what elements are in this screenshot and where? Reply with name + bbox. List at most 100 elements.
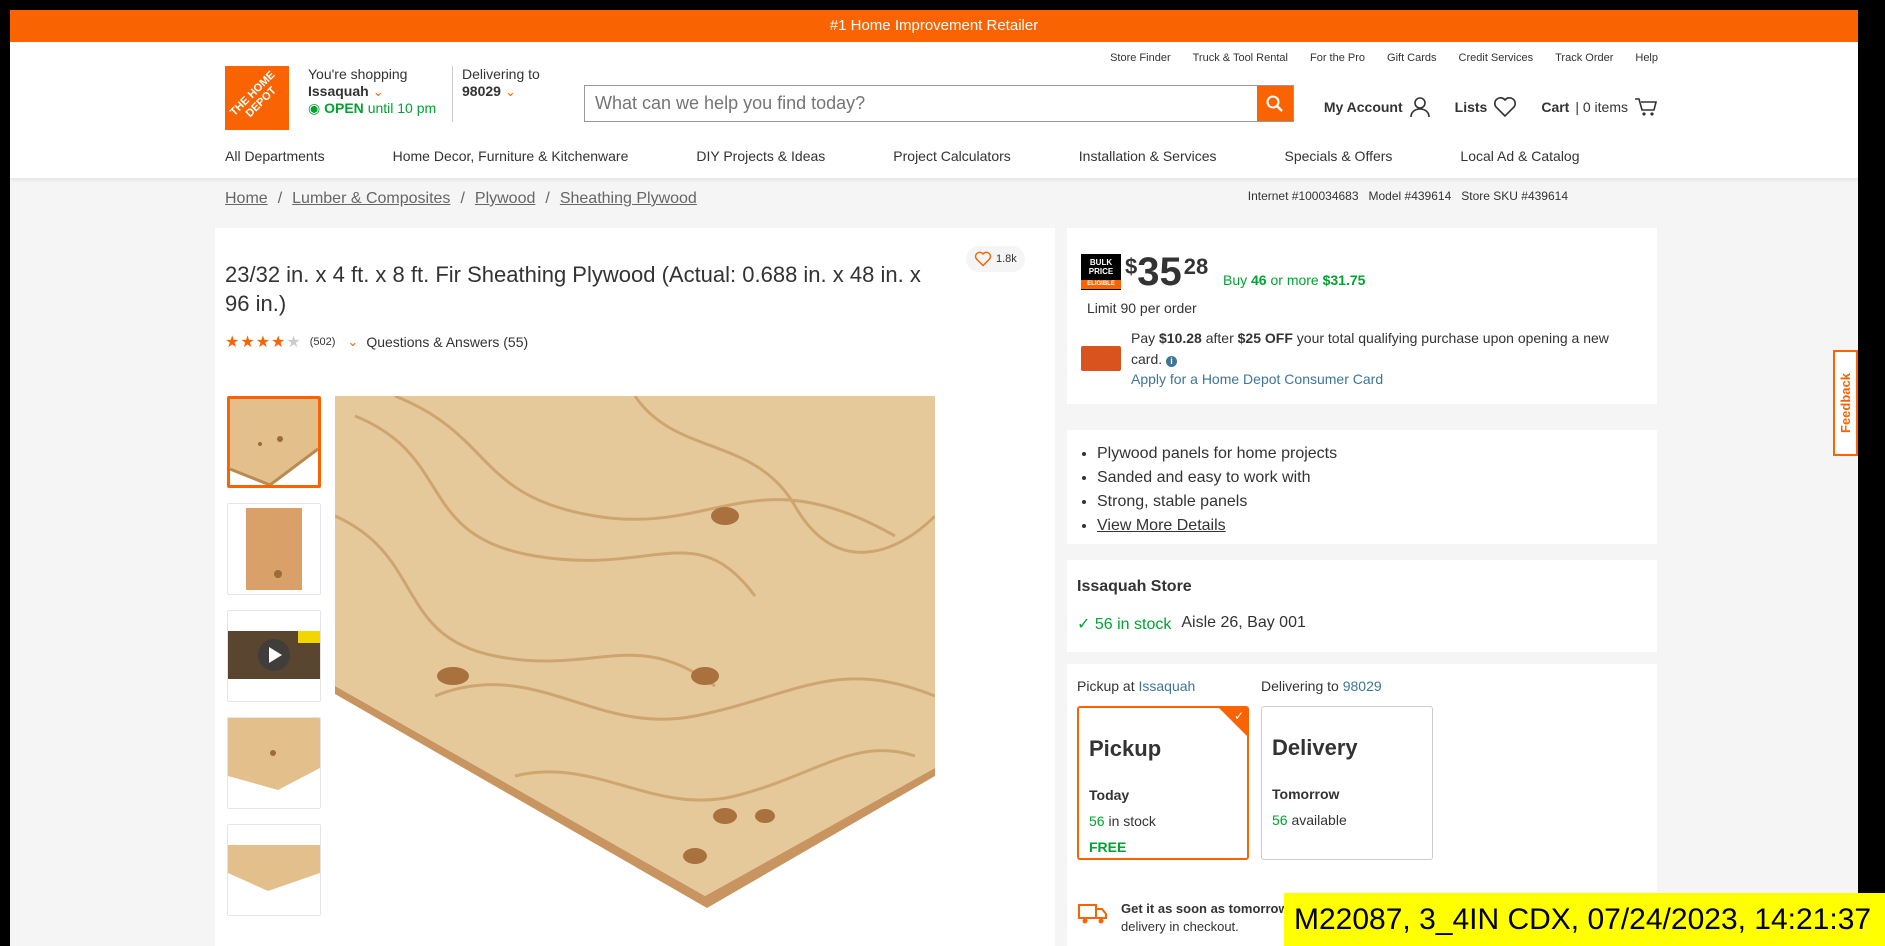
delivery-when: Tomorrow xyxy=(1272,786,1340,802)
internet-number: Internet #100034683 xyxy=(1247,189,1359,203)
price-card: BULK PRICE ELIGIBLE $ 35 28 Buy 46 or mo… xyxy=(1067,228,1657,404)
cart-count: | 0 items xyxy=(1575,99,1628,115)
lists-label: Lists xyxy=(1454,99,1488,115)
delivery-zip-selector[interactable]: Delivering to 98029 ⌄ xyxy=(462,66,540,100)
favorite-count: 1.8k xyxy=(996,253,1017,265)
pickup-location: Pickup at Issaquah xyxy=(1077,678,1196,694)
plywood-thumbnail xyxy=(228,504,320,594)
plywood-thumbnail xyxy=(228,825,320,915)
overlay-caption: M22087, 3_4IN CDX, 07/24/2023, 14:21:37 xyxy=(1284,893,1885,946)
chevron-down-icon[interactable]: ⌄ xyxy=(347,334,358,350)
star-rating[interactable]: ★★★★★ xyxy=(225,332,302,352)
store-hours: ◉ OPEN until 10 pm xyxy=(308,100,437,116)
delivery-label: Delivering to xyxy=(462,66,540,82)
product-skus: Internet #100034683 Model #439614 Store … xyxy=(1248,189,1568,203)
plywood-thumbnail xyxy=(230,399,318,485)
favorite-button[interactable]: 1.8k xyxy=(966,246,1025,272)
breadcrumb-lumber[interactable]: Lumber & Composites xyxy=(292,190,450,208)
logo-text: THE HOME DEPOT xyxy=(227,68,279,120)
breadcrumb-separator: / xyxy=(460,190,465,207)
questions-answers-link[interactable]: Questions & Answers (55) xyxy=(366,334,528,350)
nav-all-departments[interactable]: All Departments xyxy=(225,148,325,164)
thumbnail-2[interactable] xyxy=(227,503,321,595)
nav-project-calculators[interactable]: Project Calculators xyxy=(893,148,1011,164)
apply-card-link[interactable]: Apply for a Home Depot Consumer Card xyxy=(1131,371,1383,387)
view-more-details-link[interactable]: View More Details xyxy=(1097,517,1226,534)
pickup-title: Pickup xyxy=(1089,736,1162,761)
account-area: My Account Lists Cart | 0 items xyxy=(1324,96,1658,118)
stock-row: ✓ 56 in stock Aisle 26, Bay 001 xyxy=(1077,614,1306,634)
pickup-option-tile[interactable]: ✓ Pickup Today 56 in stock FREE xyxy=(1077,706,1249,860)
feedback-tab[interactable]: Feedback xyxy=(1833,350,1858,456)
lists-button[interactable]: Lists xyxy=(1455,96,1518,118)
search-bar xyxy=(584,85,1294,122)
delivery-availability: 56 available xyxy=(1272,812,1347,828)
thumbnail-1[interactable] xyxy=(227,396,321,488)
breadcrumb-separator: / xyxy=(545,190,550,207)
pickup-stock: 56 in stock xyxy=(1089,813,1156,829)
site-header: THE HOME DEPOT You're shopping Issaquah ⌄… xyxy=(10,42,1858,178)
review-count[interactable]: (502) xyxy=(310,336,336,348)
fast-delivery-text: delivery in checkout. xyxy=(1121,919,1239,934)
bulk-price-badge: BULK PRICE ELIGIBLE xyxy=(1081,254,1121,290)
product-title: 23/32 in. x 4 ft. x 8 ft. Fir Sheathing … xyxy=(225,262,921,316)
delivery-location: Delivering to 98029 xyxy=(1261,678,1382,694)
store-selector[interactable]: You're shopping Issaquah ⌄ ◉ OPEN until 1… xyxy=(308,66,458,117)
order-limit: Limit 90 per order xyxy=(1087,300,1197,316)
search-input[interactable] xyxy=(585,86,1255,121)
breadcrumb-home[interactable]: Home xyxy=(225,190,268,208)
utility-links: Store Finder Truck & Tool Rental For the… xyxy=(1110,52,1658,64)
promo-banner[interactable]: #1 Home Improvement Retailer xyxy=(10,10,1858,42)
utility-store-finder[interactable]: Store Finder xyxy=(1110,52,1171,64)
aisle-location: Aisle 26, Bay 001 xyxy=(1181,614,1306,631)
chevron-down-icon: ⌄ xyxy=(504,84,516,99)
model-number: Model #439614 xyxy=(1368,189,1452,203)
fast-delivery-note: Get it as soon as tomorrow delivery in ch… xyxy=(1077,900,1289,936)
delivery-truck-icon xyxy=(1078,904,1107,924)
bulk-badge-line1: BULK xyxy=(1089,258,1113,267)
thumbnail-5[interactable] xyxy=(227,824,321,916)
nav-installation-services[interactable]: Installation & Services xyxy=(1079,148,1217,164)
heart-icon xyxy=(1494,97,1517,118)
product-media-card: 23/32 in. x 4 ft. x 8 ft. Fir Sheathing … xyxy=(215,228,1055,946)
utility-help[interactable]: Help xyxy=(1635,52,1658,64)
nav-diy-projects[interactable]: DIY Projects & Ideas xyxy=(696,148,825,164)
nav-specials-offers[interactable]: Specials & Offers xyxy=(1285,148,1393,164)
cart-label: Cart xyxy=(1541,99,1570,115)
fast-delivery-bold: Get it as soon as tomorrow xyxy=(1121,901,1289,916)
utility-gift-cards[interactable]: Gift Cards xyxy=(1387,52,1437,64)
breadcrumb: Home / Lumber & Composites / Plywood / Shea… xyxy=(225,190,697,208)
search-button[interactable] xyxy=(1257,86,1293,121)
delivery-zip-link[interactable]: 98029 xyxy=(1343,678,1382,694)
thumbnail-4[interactable] xyxy=(227,717,321,809)
my-account-button[interactable]: My Account xyxy=(1324,96,1431,118)
breadcrumb-plywood[interactable]: Plywood xyxy=(475,190,535,208)
nav-home-decor[interactable]: Home Decor, Furniture & Kitchenware xyxy=(393,148,629,164)
selected-check-icon: ✓ xyxy=(1219,708,1247,736)
utility-truck-rental[interactable]: Truck & Tool Rental xyxy=(1193,52,1288,64)
store-name: Issaquah xyxy=(308,83,369,99)
utility-credit-services[interactable]: Credit Services xyxy=(1459,52,1534,64)
rating-row: ★★★★★ (502) ⌄ Questions & Answers (55) xyxy=(225,332,528,352)
utility-for-the-pro[interactable]: For the Pro xyxy=(1310,52,1365,64)
main-product-image[interactable] xyxy=(335,396,935,936)
bulk-badge-line3: ELIGIBLE xyxy=(1081,280,1121,289)
my-account-label: My Account xyxy=(1323,99,1403,115)
price-dollars: 35 xyxy=(1137,250,1182,294)
pickup-store-link[interactable]: Issaquah xyxy=(1138,678,1195,694)
check-icon: ✓ xyxy=(1077,616,1091,633)
video-thumbnail xyxy=(228,611,320,701)
cart-button[interactable]: Cart | 0 items xyxy=(1541,96,1658,118)
pickup-cost: FREE xyxy=(1089,839,1127,855)
thumbnail-video[interactable] xyxy=(227,610,321,702)
plywood-thumbnail xyxy=(228,718,320,808)
breadcrumb-sheathing-plywood[interactable]: Sheathing Plywood xyxy=(560,190,697,208)
nav-local-ad[interactable]: Local Ad & Catalog xyxy=(1460,148,1579,164)
store-label: You're shopping xyxy=(308,66,408,82)
delivery-zip: 98029 xyxy=(462,83,501,99)
delivery-option-tile[interactable]: Delivery Tomorrow 56 available xyxy=(1261,706,1433,860)
home-depot-logo[interactable]: THE HOME DEPOT xyxy=(225,66,289,130)
utility-track-order[interactable]: Track Order xyxy=(1555,52,1613,64)
store-stock-card: Issaquah Store ✓ 56 in stock Aisle 26, B… xyxy=(1067,560,1657,652)
info-icon[interactable]: i xyxy=(1166,356,1178,367)
